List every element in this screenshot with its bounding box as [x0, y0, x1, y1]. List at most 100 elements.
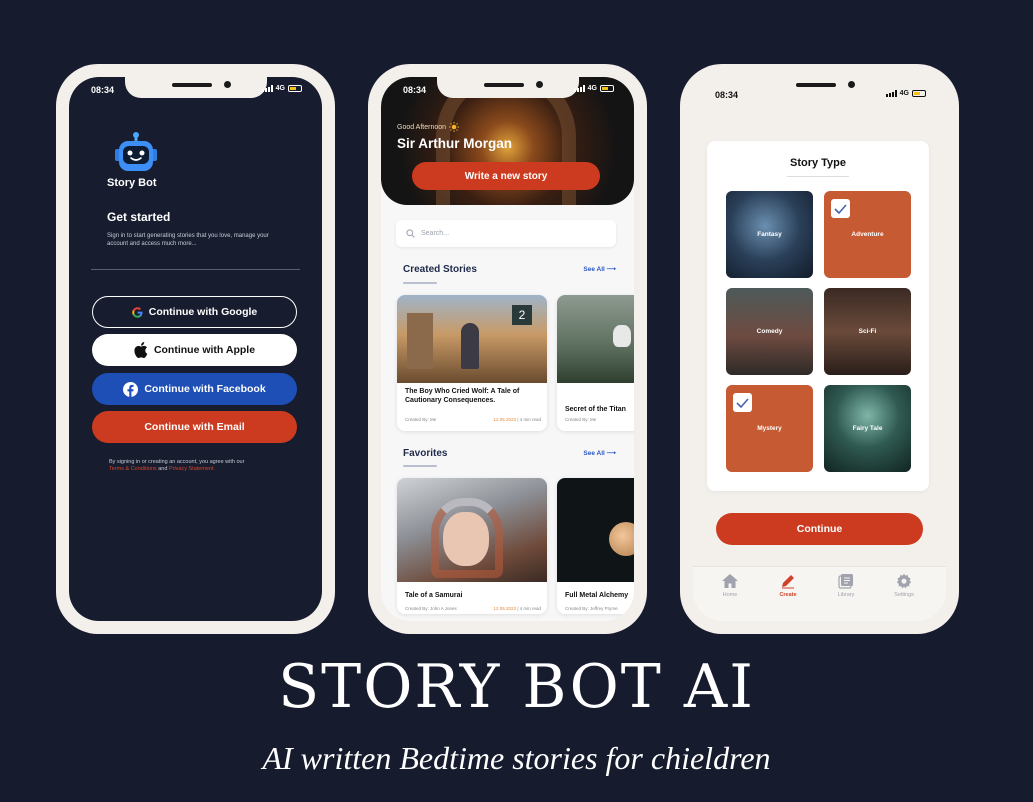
get-started-title: Get started [107, 210, 171, 224]
signal-icon [885, 90, 897, 97]
story-title: Tale of a Samurai [405, 592, 463, 599]
greeting: Good Afternoon [397, 122, 460, 132]
story-type-sci-fi[interactable]: Sci-Fi [824, 288, 911, 375]
favorites-title: Favorites [403, 448, 448, 459]
search-placeholder: Search... [421, 230, 450, 237]
story-type-label: Adventure [851, 231, 884, 238]
story-read-time: | 4 min read [517, 606, 541, 611]
story-type-title: Story Type [789, 157, 847, 169]
home-icon [722, 574, 738, 588]
status-time: 08:34 [91, 85, 115, 95]
title-underline [787, 176, 849, 177]
status-bar: 08:34 4G [693, 90, 946, 104]
get-started-description: Sign in to start generating stories that… [107, 233, 269, 247]
pencil-icon [782, 575, 794, 589]
signal-icon [573, 85, 585, 92]
story-type-fantasy[interactable]: Fantasy [726, 191, 813, 278]
story-type-label: Fantasy [757, 231, 782, 238]
story-card[interactable]: 2 The Boy Who Cried Wolf: A Tale of Caut… [397, 295, 547, 431]
story-meta: Created By: Me [565, 417, 634, 422]
legal-prefix: By signing in or creating an account, yo… [109, 459, 245, 465]
story-meta: Created By: Jeffrey Pryme [565, 606, 634, 611]
google-icon [132, 306, 143, 318]
divider [91, 269, 300, 270]
privacy-link[interactable]: Privacy Statement. [169, 466, 215, 472]
story-card[interactable]: Secret of the Titan Created By: Me [557, 295, 634, 431]
tab-label: Settings [894, 592, 914, 598]
see-all-created-link[interactable]: See All ⟶ [583, 265, 616, 273]
see-all-favorites-link[interactable]: See All ⟶ [583, 449, 616, 457]
status-time: 08:34 [715, 90, 739, 100]
story-date: 12.05.2023 [493, 606, 517, 611]
phone-story-type: 08:34 4G Story Type Fantasy Adventure Co… [680, 64, 959, 634]
story-author: Created By: John A Jones [405, 606, 457, 611]
brand-name: Story Bot [107, 177, 157, 189]
story-type-fairy-tale[interactable]: Fairy Tale [824, 385, 911, 472]
checkbox-checked-icon [831, 199, 850, 218]
story-cover-image: 2 [397, 295, 547, 383]
network-label: 4G [899, 90, 909, 97]
greeting-text: Good Afternoon [397, 123, 447, 131]
created-stories-title: Created Stories [403, 264, 477, 275]
continue-apple-button[interactable]: Continue with Apple [92, 334, 297, 366]
tab-home[interactable]: Home [705, 573, 755, 598]
write-new-story-button[interactable]: Write a new story [412, 162, 600, 190]
favorite-card[interactable]: Tale of a Samurai Created By: John A Jon… [397, 478, 547, 614]
tab-library[interactable]: Library [821, 573, 871, 598]
apple-icon [134, 342, 148, 358]
story-type-label: Comedy [756, 328, 783, 335]
story-type-label: Fairy Tale [852, 425, 883, 432]
arrow-right-icon: ⟶ [606, 450, 616, 457]
story-author: Created By: Me [565, 417, 597, 422]
story-type-adventure[interactable]: Adventure [824, 191, 911, 278]
search-icon [406, 229, 415, 238]
story-type-label: Mystery [757, 425, 782, 432]
terms-link[interactable]: Terms & Conditions [109, 466, 157, 472]
story-meta: Created By: Me 12.05.2023 | 4 min read [405, 417, 541, 422]
arrow-right-icon: ⟶ [606, 266, 616, 273]
tagline: AI written Bedtime stories for chieldren [262, 740, 771, 776]
facebook-icon [123, 381, 139, 397]
story-meta: Created By: John A Jones 12.05.2023 | 4 … [405, 606, 541, 611]
section-underline [403, 282, 437, 284]
continue-email-button[interactable]: Continue with Email [92, 411, 297, 443]
email-button-label: Continue with Email [144, 421, 245, 433]
story-type-mystery[interactable]: Mystery [726, 385, 813, 472]
see-all-label: See All [583, 450, 605, 457]
sun-icon [449, 122, 460, 132]
login-screen: 08:34 4G Story Bot Get started Sign in t… [69, 77, 322, 621]
google-button-label: Continue with Google [148, 306, 258, 318]
status-time: 08:34 [403, 85, 427, 95]
status-bar: 08:34 4G [381, 85, 634, 99]
facebook-button-label: Continue with Facebook [144, 383, 266, 395]
tab-label: Create [779, 592, 797, 598]
search-input[interactable]: Search... [396, 220, 616, 247]
tab-label: Library [837, 592, 855, 598]
continue-google-button[interactable]: Continue with Google [92, 296, 297, 328]
battery-icon [600, 85, 614, 92]
story-cover-image [557, 295, 634, 383]
story-cover-image [397, 478, 547, 582]
favorite-card[interactable]: Full Metal Alchemy Created By: Jeffrey P… [557, 478, 634, 614]
story-title: The Boy Who Cried Wolf: A Tale of Cautio… [405, 388, 520, 404]
story-title: Full Metal Alchemy [565, 592, 629, 599]
story-author: Created By: Me [405, 417, 437, 422]
continue-facebook-button[interactable]: Continue with Facebook [92, 373, 297, 405]
story-type-screen: 08:34 4G Story Type Fantasy Adventure Co… [693, 77, 946, 621]
headline: STORY BOT AI [278, 652, 755, 722]
library-icon [838, 574, 853, 589]
legal-and: and [158, 466, 168, 472]
story-title: Secret of the Titan [565, 406, 626, 413]
story-read-time: | 4 min read [517, 417, 541, 422]
network-label: 4G [587, 85, 597, 92]
story-type-panel: Story Type Fantasy Adventure Comedy Sci-… [707, 141, 929, 491]
signal-icon [261, 85, 273, 92]
continue-button[interactable]: Continue [716, 513, 923, 545]
battery-icon [288, 85, 302, 92]
story-type-comedy[interactable]: Comedy [726, 288, 813, 375]
see-all-label: See All [583, 266, 605, 273]
robot-logo-icon [115, 132, 157, 171]
story-date: 12.05.2023 [493, 417, 517, 422]
tab-settings[interactable]: Settings [879, 573, 929, 598]
tab-create[interactable]: Create [763, 573, 813, 598]
